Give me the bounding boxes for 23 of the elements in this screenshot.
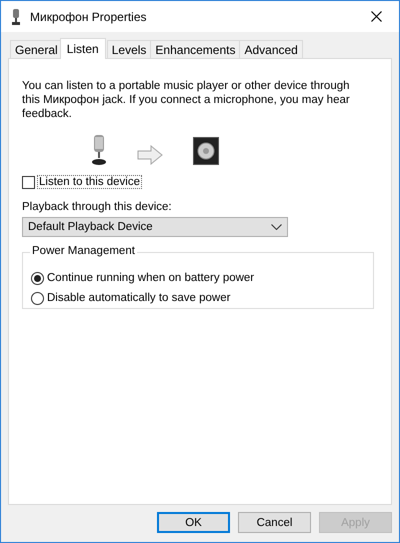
tab[interactable]: Listen (60, 38, 106, 59)
checkbox[interactable] (22, 176, 35, 188)
tab[interactable]: General (10, 40, 63, 58)
radio-button[interactable] (31, 272, 44, 284)
window-title: Микрофон Properties (30, 10, 148, 24)
description-text: You can listen to a portable music player or other device through this Микрофон jack. If you connect a microphone, you may hear feedback. (22, 79, 351, 121)
field-label: Playback through this device: (22, 201, 173, 213)
tab[interactable]: Levels (106, 40, 152, 58)
dropdown[interactable]: Default Playback Device (22, 217, 288, 237)
radio-button[interactable] (31, 292, 44, 304)
speaker-icon (193, 137, 219, 165)
close-icon (370, 11, 382, 22)
arrow-icon (137, 145, 163, 165)
radio-label[interactable]: Disable automatically to save power (47, 292, 230, 304)
chevron-down-icon (271, 224, 282, 230)
tab[interactable]: Advanced (239, 40, 303, 58)
microphone-icon (91, 135, 107, 165)
dialog-button[interactable]: Cancel (238, 512, 311, 533)
group-title: Power Management (30, 245, 137, 257)
checkbox-label[interactable]: Listen to this device (37, 175, 142, 189)
radio-label[interactable]: Continue running when on battery power (47, 272, 254, 284)
dialog-button[interactable]: OK (157, 512, 230, 533)
microphone-icon (11, 8, 21, 24)
